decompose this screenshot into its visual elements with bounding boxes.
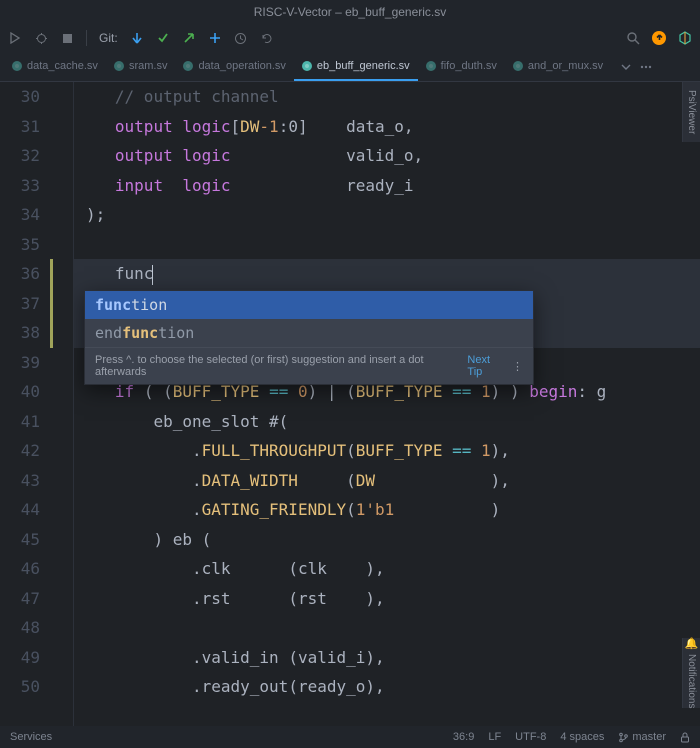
stop-icon[interactable] xyxy=(60,31,74,45)
change-marker xyxy=(50,259,53,348)
status-services[interactable]: Services xyxy=(10,731,453,743)
autocomplete-menu-icon[interactable]: ⋮ xyxy=(512,360,523,373)
indent-setting[interactable]: 4 spaces xyxy=(560,731,604,743)
sv-file-icon xyxy=(513,61,523,71)
tab-options-icon[interactable] xyxy=(639,60,653,74)
autocomplete-item[interactable]: endfunction xyxy=(85,319,533,347)
tab-fifo-duth[interactable]: fifo_duth.sv xyxy=(418,52,505,81)
readonly-lock-icon[interactable] xyxy=(680,732,690,743)
code-editor[interactable]: 3031323334353637383940414243444546474849… xyxy=(0,82,700,726)
git-update-icon[interactable] xyxy=(130,31,144,45)
tab-eb-buff-generic[interactable]: eb_buff_generic.sv xyxy=(294,52,418,81)
caret-position[interactable]: 36:9 xyxy=(453,731,474,743)
next-tip-link[interactable]: Next Tip xyxy=(467,354,506,378)
git-branch-status[interactable]: master xyxy=(618,731,666,743)
text-caret xyxy=(152,265,153,285)
autocomplete-item[interactable]: function xyxy=(85,291,533,319)
ide-logo-icon[interactable] xyxy=(678,31,692,45)
tool-window-psiviewer[interactable]: PsiViewer xyxy=(682,82,700,142)
tab-data-cache[interactable]: data_cache.sv xyxy=(4,52,106,81)
sv-file-icon xyxy=(302,61,312,71)
tab-sram[interactable]: sram.sv xyxy=(106,52,176,81)
update-available-icon[interactable] xyxy=(652,31,666,45)
git-commit-icon[interactable] xyxy=(156,31,170,45)
git-branch-icon[interactable] xyxy=(208,31,222,45)
autocomplete-hint: Press ^. to choose the selected (or firs… xyxy=(85,347,533,384)
sv-file-icon xyxy=(426,61,436,71)
run-icon[interactable] xyxy=(8,31,22,45)
tool-window-notifications[interactable]: 🔔 Notifications xyxy=(682,638,700,708)
rollback-icon[interactable] xyxy=(260,31,274,45)
branch-icon xyxy=(618,732,629,743)
search-icon[interactable] xyxy=(626,31,640,45)
folding-gutter xyxy=(50,82,74,726)
autocomplete-popup: function endfunction Press ^. to choose … xyxy=(84,290,534,385)
file-encoding[interactable]: UTF-8 xyxy=(515,731,546,743)
history-icon[interactable] xyxy=(234,31,248,45)
debug-icon[interactable] xyxy=(34,31,48,45)
window-title: RISC-V-Vector – eb_buff_generic.sv xyxy=(0,0,700,24)
status-bar: Services 36:9 LF UTF-8 4 spaces master xyxy=(0,726,700,748)
tab-data-operation[interactable]: data_operation.sv xyxy=(175,52,293,81)
git-label: Git: xyxy=(99,31,118,45)
sv-file-icon xyxy=(114,61,124,71)
bell-icon: 🔔 xyxy=(685,637,698,650)
sv-file-icon xyxy=(183,61,193,71)
inspections-gutter: ✓ xyxy=(686,82,700,726)
line-separator[interactable]: LF xyxy=(488,731,501,743)
code-area[interactable]: // output channel output logic[DW-1:0] d… xyxy=(74,82,700,726)
toolbar-divider xyxy=(86,30,87,46)
editor-tab-bar: data_cache.sv sram.sv data_operation.sv … xyxy=(0,52,700,82)
git-push-icon[interactable] xyxy=(182,31,196,45)
more-tabs-icon[interactable] xyxy=(619,60,633,74)
sv-file-icon xyxy=(12,61,22,71)
tab-and-or-mux[interactable]: and_or_mux.sv xyxy=(505,52,611,81)
main-toolbar: Git: xyxy=(0,24,700,52)
line-number-gutter: 3031323334353637383940414243444546474849… xyxy=(0,82,50,726)
